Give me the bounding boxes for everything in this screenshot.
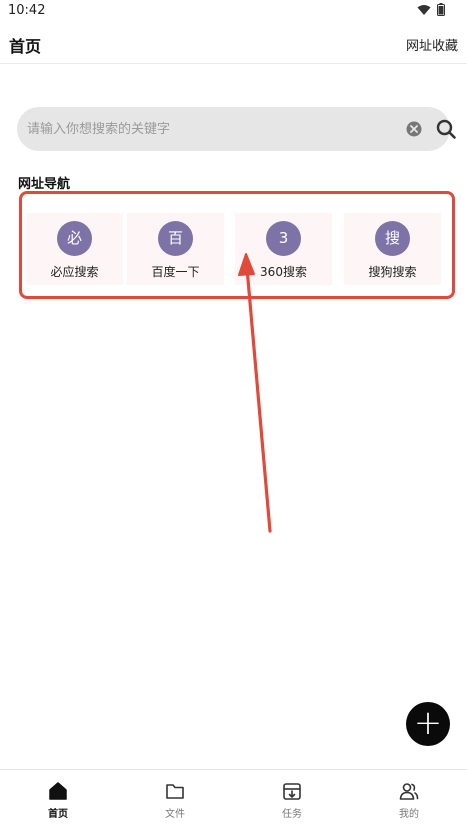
home-icon: [49, 782, 67, 800]
download-box-icon: [283, 783, 301, 800]
section-title: 网址导航: [18, 177, 71, 192]
folder-icon: [166, 784, 184, 799]
status-time: 10:42: [8, 3, 46, 18]
wifi-icon: [417, 5, 431, 15]
bottom-nav: 首页 文件 任务 我的: [0, 769, 467, 831]
tab-label: 首页: [48, 809, 68, 820]
search-bar: [17, 107, 456, 151]
clear-icon[interactable]: [406, 121, 422, 137]
status-bar: 10:42: [0, 0, 467, 22]
app-bar: 首页 网址收藏: [0, 22, 467, 64]
page-title: 首页: [9, 37, 42, 56]
tab-home[interactable]: 首页: [0, 770, 116, 831]
tab-label: 我的: [399, 809, 419, 820]
search-icon[interactable]: [435, 118, 457, 140]
tab-tasks[interactable]: 任务: [234, 770, 350, 831]
bookmarks-button[interactable]: 网址收藏: [406, 35, 458, 54]
users-icon: [399, 783, 419, 800]
annotation-highlight-box: [19, 191, 455, 299]
tab-mine[interactable]: 我的: [351, 770, 467, 831]
add-button[interactable]: +: [406, 702, 450, 746]
tab-files[interactable]: 文件: [117, 770, 233, 831]
tab-label: 任务: [282, 809, 302, 820]
battery-icon: [437, 3, 445, 16]
plus-icon: +: [413, 703, 443, 743]
tab-label: 文件: [165, 809, 185, 820]
search-input[interactable]: [27, 107, 387, 151]
